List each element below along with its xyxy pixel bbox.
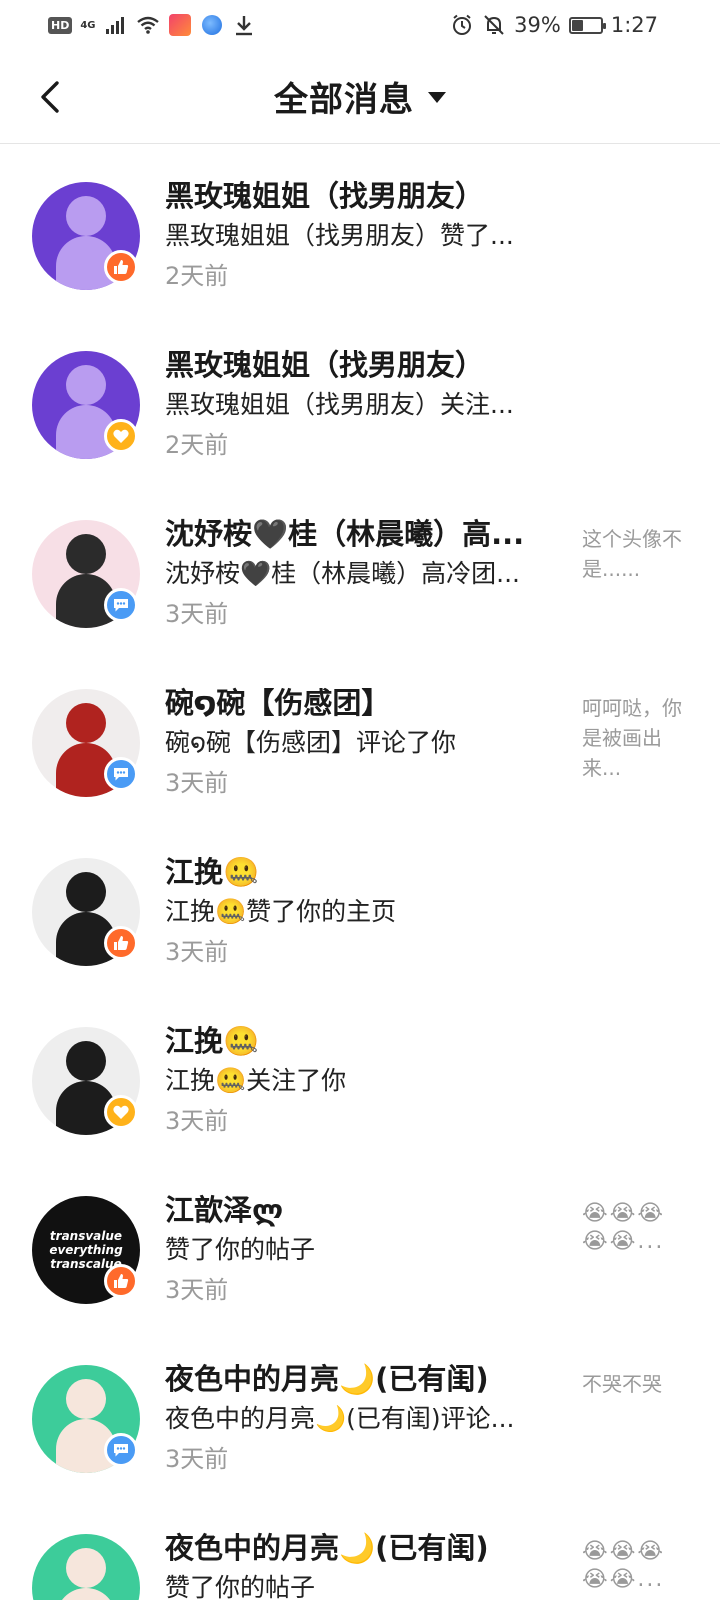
notification-text: 碗໑碗【伤感团】评论了你 (165, 728, 457, 757)
sender-name[interactable]: 江挽🤐 (165, 1021, 550, 1061)
comment-preview: 呵呵哒，你是被画出来... (582, 696, 682, 780)
status-bar-right: 39% 1:27 (450, 13, 658, 37)
notification-time: 2天前 (165, 431, 229, 459)
notification-text: 黑玫瑰姐姐（找男朋友）关注... (165, 390, 514, 419)
caret-down-icon (428, 92, 446, 103)
comment-preview: 😭😭😭😭😭... (582, 1201, 666, 1254)
follow-heart-badge-icon (104, 419, 138, 453)
battery-percent: 39% (514, 13, 561, 37)
comment-badge-icon (104, 588, 138, 622)
follow-heart-badge-icon (104, 1095, 138, 1129)
status-bar-left: HD 4G (48, 13, 256, 37)
sender-name[interactable]: 碗໑碗【伤感团】 (165, 683, 550, 723)
clock: 1:27 (610, 13, 658, 37)
notification-item[interactable]: 江挽🤐 江挽🤐赞了你的主页 3天前 (0, 822, 720, 991)
comment-preview: 不哭不哭 (582, 1372, 662, 1396)
notification-item[interactable]: 碗໑碗【伤感团】 碗໑碗【伤感团】评论了你 3天前 呵呵哒，你是被画出来... (0, 653, 720, 822)
alarm-icon (450, 13, 474, 37)
notification-text: 黑玫瑰姐姐（找男朋友）赞了... (165, 221, 514, 250)
notification-item[interactable]: 夜色中的月亮🌙(已有闺) 赞了你的帖子 😭😭😭😭😭... (0, 1498, 720, 1600)
notification-text: 夜色中的月亮🌙(已有闺)评论... (165, 1404, 515, 1433)
signal-icon (104, 13, 128, 37)
comment-preview: 😭😭😭😭😭... (582, 1539, 666, 1592)
notification-item[interactable]: transvalue everything transcalue 江歆泽ლ 赞了… (0, 1160, 720, 1329)
globe-icon (200, 13, 224, 37)
notification-text: 江挽🤐关注了你 (165, 1066, 347, 1095)
back-button[interactable] (28, 74, 72, 120)
battery-level (571, 19, 583, 31)
sender-name[interactable]: 黑玫瑰姐姐（找男朋友） (165, 176, 550, 216)
download-icon (232, 13, 256, 37)
notification-time: 3天前 (165, 769, 229, 797)
wifi-icon (136, 13, 160, 37)
status-bar: HD 4G 39% 1:27 (0, 0, 720, 50)
sender-name[interactable]: 江歆泽ლ (165, 1190, 550, 1230)
like-badge-icon (104, 1264, 138, 1298)
sender-name[interactable]: 夜色中的月亮🌙(已有闺) (165, 1359, 550, 1399)
page-title: 全部消息 (274, 80, 414, 120)
notification-time: 3天前 (165, 1107, 229, 1135)
notification-time: 3天前 (165, 938, 229, 966)
comment-badge-icon (104, 1433, 138, 1467)
hd-indicator: HD (48, 16, 73, 34)
notification-time: 3天前 (165, 600, 229, 628)
header: 全部消息 (0, 50, 720, 144)
sender-name[interactable]: 沈妤桉🖤桂（林晨曦）高... (165, 514, 550, 554)
notification-text: 江挽🤐赞了你的主页 (165, 897, 397, 926)
network-type: 4G (80, 19, 96, 31)
notification-text: 赞了你的帖子 (165, 1573, 316, 1600)
sender-name[interactable]: 江挽🤐 (165, 852, 550, 892)
notification-time: 3天前 (165, 1276, 229, 1304)
notification-item[interactable]: 黑玫瑰姐姐（找男朋友） 黑玫瑰姐姐（找男朋友）赞了... 2天前 (0, 146, 720, 315)
notification-text: 沈妤桉🖤桂（林晨曦）高冷团... (165, 559, 520, 588)
back-arrow-icon (41, 81, 59, 113)
notification-list: 黑玫瑰姐姐（找男朋友） 黑玫瑰姐姐（找男朋友）赞了... 2天前 黑玫瑰姐姐（找… (0, 146, 720, 1600)
notification-item[interactable]: 黑玫瑰姐姐（找男朋友） 黑玫瑰姐姐（找男朋友）关注... 2天前 (0, 315, 720, 484)
notification-time: 2天前 (165, 262, 229, 290)
notification-item[interactable]: 夜色中的月亮🌙(已有闺) 夜色中的月亮🌙(已有闺)评论... 3天前 不哭不哭 (0, 1329, 720, 1498)
like-badge-icon (104, 250, 138, 284)
battery-icon (568, 16, 606, 34)
notification-text: 赞了你的帖子 (165, 1235, 316, 1264)
mute-icon (482, 13, 506, 37)
notification-time: 3天前 (165, 1445, 229, 1473)
comment-preview: 这个头像不是...... (582, 527, 682, 581)
app-notification-icon (168, 13, 192, 37)
sender-name[interactable]: 黑玫瑰姐姐（找男朋友） (165, 345, 550, 385)
comment-badge-icon (104, 757, 138, 791)
message-filter-dropdown[interactable]: 全部消息 (274, 72, 446, 121)
sender-name[interactable]: 夜色中的月亮🌙(已有闺) (165, 1528, 550, 1568)
notification-item[interactable]: 江挽🤐 江挽🤐关注了你 3天前 (0, 991, 720, 1160)
like-badge-icon (104, 926, 138, 960)
notification-item[interactable]: 沈妤桉🖤桂（林晨曦）高... 沈妤桉🖤桂（林晨曦）高冷团... 3天前 这个头像… (0, 484, 720, 653)
avatar[interactable] (32, 1534, 140, 1600)
